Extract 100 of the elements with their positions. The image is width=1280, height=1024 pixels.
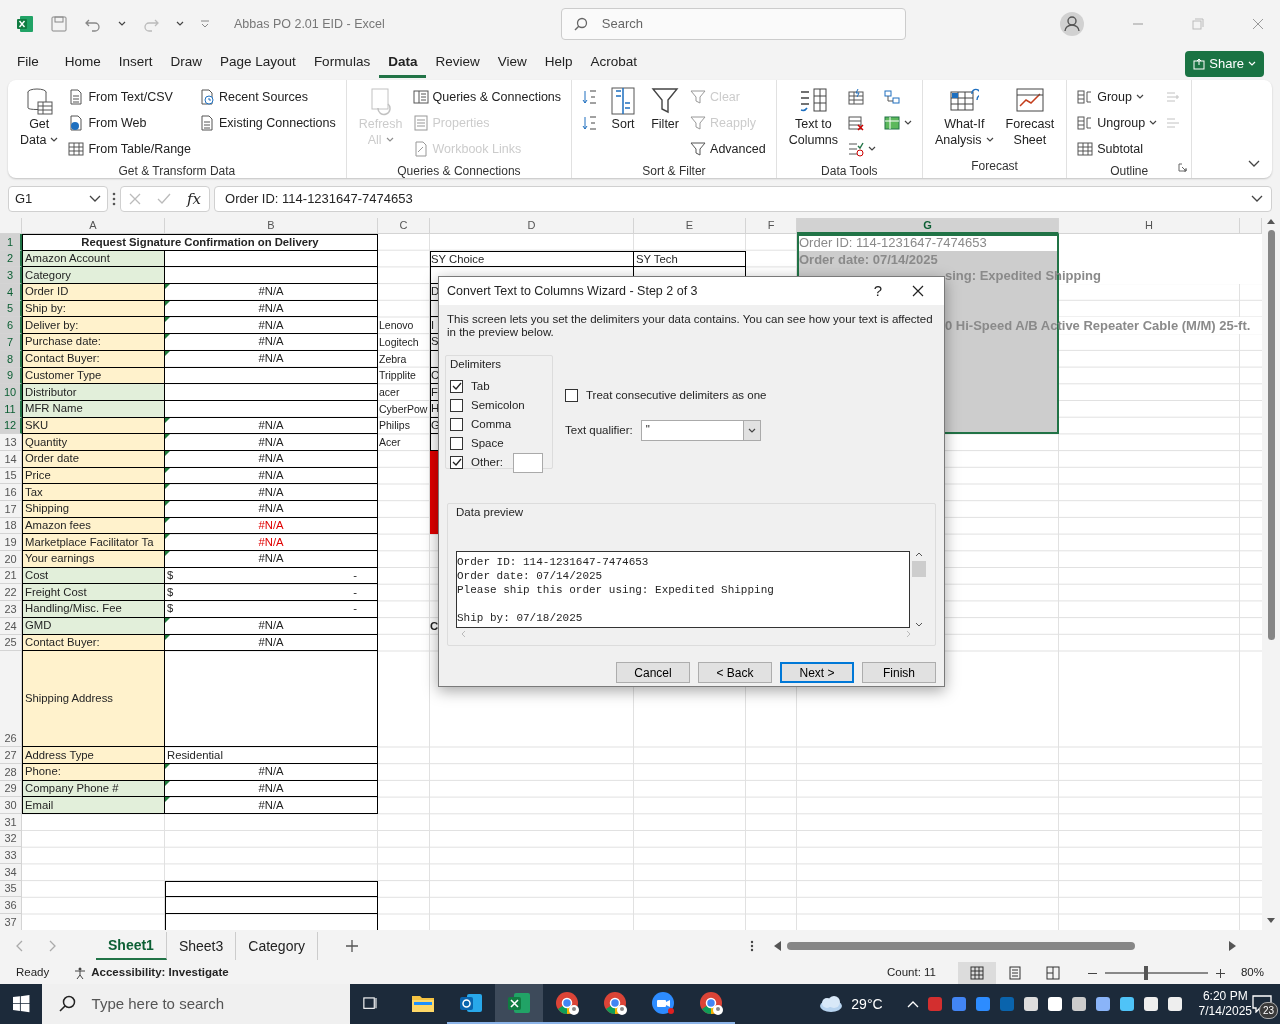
- sheet-cell[interactable]: Marketplace Facilitator Ta: [22, 534, 165, 552]
- ribbon-button[interactable]: Queries & Connections: [410, 84, 564, 110]
- other-field[interactable]: [512, 452, 543, 473]
- dialog-launcher-icon[interactable]: [1178, 163, 1188, 172]
- checkbox[interactable]: [450, 456, 463, 470]
- sheet-tab[interactable]: Sheet3: [166, 932, 237, 960]
- sheet-cell[interactable]: Philips: [378, 417, 430, 435]
- row-header[interactable]: 3: [0, 267, 22, 285]
- zoom-level[interactable]: 80%: [1240, 964, 1264, 982]
- sheet-cell[interactable]: #N/A: [165, 517, 378, 535]
- view-button[interactable]: [957, 962, 996, 984]
- insert-function-button[interactable]: fx: [187, 187, 201, 211]
- sheet-cell[interactable]: #N/A: [165, 300, 378, 318]
- sheet-cell[interactable]: [165, 880, 378, 898]
- row-header[interactable]: 22: [0, 584, 22, 602]
- ribbon-button[interactable]: Group: [1075, 84, 1160, 110]
- sheet-cell[interactable]: $ -: [165, 567, 378, 585]
- taskbar-search-field[interactable]: Type here to search: [41, 984, 350, 1024]
- ribbon-button[interactable]: Ungroup: [1075, 110, 1160, 136]
- checkbox[interactable]: [450, 437, 463, 451]
- sheet-cell[interactable]: $ -: [165, 601, 378, 618]
- sheet-cell[interactable]: Freight Cost: [22, 584, 165, 602]
- sheet-cell[interactable]: #N/A: [165, 551, 378, 568]
- scrollbar-thumb[interactable]: [911, 561, 926, 578]
- menu-tab[interactable]: Acrobat: [581, 50, 646, 78]
- menu-tab[interactable]: Review: [426, 50, 489, 78]
- sheet-cell[interactable]: Tripplite: [378, 367, 430, 385]
- tray-app-icon[interactable]: [1142, 996, 1159, 1012]
- scroll-down-icon[interactable]: [914, 622, 923, 629]
- menu-tab[interactable]: Formulas: [304, 50, 380, 78]
- sheet-cell[interactable]: Purchase date:: [22, 334, 165, 351]
- sheet-cell[interactable]: Deliver by:: [22, 317, 165, 335]
- sheet-cell[interactable]: #N/A: [165, 284, 378, 301]
- sheet-cell[interactable]: [165, 384, 378, 401]
- ribbon-button[interactable]: Recent Sources: [197, 84, 338, 110]
- formula-field[interactable]: Order ID: 114-1231647-7474653: [214, 186, 1272, 212]
- customize-icon[interactable]: [200, 20, 210, 28]
- sheet-cell[interactable]: [165, 367, 378, 385]
- menu-tab[interactable]: Insert: [109, 50, 162, 78]
- checkbox[interactable]: [450, 399, 463, 413]
- tray-app-icon[interactable]: [1022, 996, 1039, 1012]
- qualifier-dropdown[interactable]: ": [640, 420, 761, 442]
- sheet-cell[interactable]: SY Choice: [430, 250, 634, 268]
- row-header[interactable]: 23: [0, 601, 22, 618]
- row-header[interactable]: 30: [0, 797, 22, 814]
- row-header[interactable]: 10: [0, 384, 22, 401]
- row-header[interactable]: 37: [0, 914, 22, 930]
- tray-app-icon[interactable]: [1166, 996, 1183, 1012]
- sheet-cell[interactable]: #N/A: [165, 350, 378, 368]
- sheet-tab[interactable]: Category: [236, 932, 319, 960]
- scroll-up-icon[interactable]: [914, 551, 923, 558]
- dialog-button[interactable]: Cancel: [616, 662, 690, 683]
- more-icon[interactable]: [112, 192, 116, 206]
- clock-date[interactable]: 7/14/2025: [1198, 1004, 1252, 1019]
- sheet-cell[interactable]: #N/A: [165, 780, 378, 798]
- column-header[interactable]: F: [746, 218, 797, 234]
- notifications-icon[interactable]: [1252, 995, 1272, 1013]
- sheet-cell[interactable]: Email: [22, 797, 165, 814]
- scrollbar-thumb[interactable]: [787, 942, 1136, 950]
- search-field[interactable]: Search: [560, 8, 906, 40]
- sheet-cell[interactable]: SY Tech: [634, 250, 746, 268]
- dialog-button[interactable]: Next >: [780, 662, 854, 683]
- more-icon[interactable]: [750, 940, 755, 952]
- scroll-right-icon[interactable]: [1229, 941, 1237, 951]
- scrollbar-thumb[interactable]: [1267, 230, 1275, 640]
- sheet-cell[interactable]: #N/A: [165, 334, 378, 351]
- ribbon-button[interactable]: Filter: [646, 84, 685, 134]
- sheet-cell[interactable]: Residential: [165, 747, 378, 764]
- sheet-cell[interactable]: Shipping Address: [22, 651, 165, 748]
- ribbon-button[interactable]: Subtotal: [1075, 136, 1160, 162]
- sheet-cell[interactable]: [165, 897, 378, 915]
- sheet-cell[interactable]: [165, 400, 378, 418]
- sheet-cell[interactable]: Your earnings: [22, 551, 165, 568]
- column-header[interactable]: B: [165, 218, 378, 234]
- row-header[interactable]: 7: [0, 334, 22, 351]
- sheet-cell[interactable]: Acer: [378, 434, 430, 451]
- row-header[interactable]: 27: [0, 747, 22, 764]
- sheet-cell[interactable]: Distributor: [22, 384, 165, 401]
- tray-app-icon[interactable]: [1118, 996, 1135, 1012]
- accessibility-button[interactable]: Accessibility: Investigate: [73, 964, 229, 982]
- ribbon-button[interactable]: Forecast Sheet: [1001, 84, 1059, 150]
- column-header[interactable]: D: [430, 218, 634, 234]
- column-header[interactable]: E: [634, 218, 746, 234]
- sheet-cell[interactable]: #N/A: [165, 763, 378, 781]
- zoom-in-icon[interactable]: [1215, 968, 1225, 978]
- menu-tab[interactable]: File: [8, 50, 48, 78]
- dialog-button[interactable]: Finish: [862, 662, 936, 683]
- expand-icon[interactable]: [1251, 195, 1263, 203]
- row-header[interactable]: 33: [0, 847, 22, 864]
- sheet-cell[interactable]: acer: [378, 384, 430, 401]
- column-header[interactable]: H: [1059, 218, 1240, 234]
- checkbox[interactable]: [450, 418, 463, 432]
- weather-cloud-icon[interactable]: [817, 995, 844, 1013]
- sheet-cell[interactable]: $ -: [165, 584, 378, 602]
- sheet-cell[interactable]: Tax: [22, 484, 165, 501]
- row-header[interactable]: 4: [0, 284, 22, 301]
- sheet-cell[interactable]: #N/A: [165, 467, 378, 485]
- tray-app-icon[interactable]: [1094, 996, 1111, 1012]
- collapse-ribbon-icon[interactable]: [1248, 160, 1260, 168]
- sheet-cell[interactable]: #N/A: [165, 417, 378, 435]
